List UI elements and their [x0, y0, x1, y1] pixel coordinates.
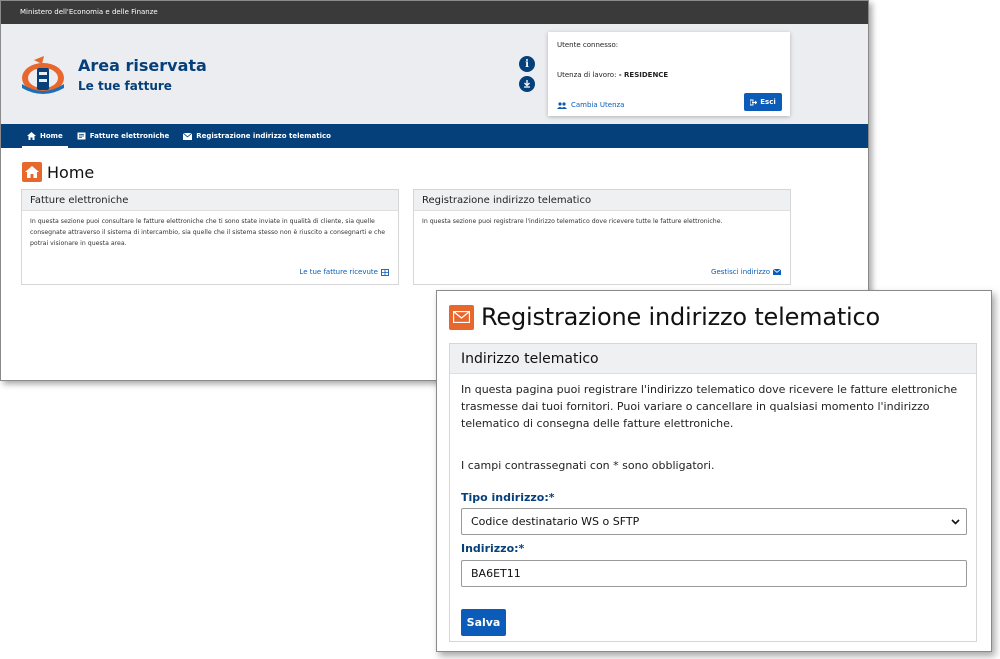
site-title: Area riservata [78, 56, 207, 75]
work-user-value: - RESIDENCE [618, 71, 669, 79]
indirizzo-card: Indirizzo telematico In questa pagina pu… [449, 343, 977, 642]
registrazione-window: Registrazione indirizzo telematico Indir… [436, 290, 992, 652]
exit-button[interactable]: Esci [744, 93, 782, 111]
user-box: Utente connesso: Utenza di lavoro: - RES… [548, 32, 790, 116]
connected-user-label: Utente connesso: [557, 41, 619, 49]
mail-icon [449, 304, 474, 330]
change-user-label: Cambia Utenza [571, 101, 625, 109]
nav-label: Fatture elettroniche [89, 132, 170, 140]
card-link-label: Gestisci indirizzo [711, 268, 770, 276]
registrazione-heading: Registrazione indirizzo telematico [449, 303, 880, 331]
nav-item-fatture[interactable]: Fatture elettroniche [70, 124, 177, 148]
users-icon [557, 101, 567, 109]
ministry-bar: Ministero dell'Economia e delle Finanze [1, 1, 868, 24]
save-button[interactable]: Salva [461, 609, 506, 636]
work-user-label: Utenza di lavoro: [557, 71, 617, 79]
tipo-indirizzo-label: Tipo indirizzo:* [461, 491, 555, 504]
download-icon[interactable] [519, 76, 535, 92]
tipo-indirizzo-value: Codice destinatario WS o SFTP [471, 515, 640, 528]
card-title: Registrazione indirizzo telematico [414, 190, 790, 211]
nav-label: Registrazione indirizzo telematico [196, 132, 331, 140]
home-icon [22, 162, 42, 182]
indirizzo-card-title: Indirizzo telematico [450, 344, 976, 374]
card-title: Fatture elettroniche [22, 190, 398, 211]
table-icon [381, 268, 389, 276]
home-icon [27, 132, 36, 140]
indirizzo-input[interactable]: BA6ET11 [461, 560, 967, 587]
agenzia-logo-icon[interactable] [20, 54, 66, 96]
exit-label: Esci [760, 98, 776, 106]
logout-icon [750, 99, 758, 105]
manage-address-link[interactable]: Gestisci indirizzo [711, 268, 781, 276]
card-body: In questa sezione puoi consultare le fat… [30, 218, 386, 247]
card-registrazione: Registrazione indirizzo telematico In qu… [413, 189, 791, 285]
info-icon[interactable]: i [519, 56, 535, 72]
card-body: In questa sezione puoi registrare l'indi… [422, 218, 723, 225]
site-header: Area riservata Le tue fatture i Utente c… [1, 24, 868, 124]
mail-icon [183, 132, 193, 140]
invoice-icon [77, 132, 86, 140]
indirizzo-description: In questa pagina puoi registrare l'indir… [461, 383, 958, 430]
card-fatture-elettroniche: Fatture elettroniche In questa sezione p… [21, 189, 399, 285]
required-note: I campi contrassegnati con * sono obblig… [461, 459, 715, 472]
indirizzo-label: Indirizzo:* [461, 542, 525, 555]
main-nav: Home Fatture elettroniche Registrazione … [1, 124, 868, 148]
site-subtitle: Le tue fatture [78, 79, 172, 93]
nav-item-registrazione[interactable]: Registrazione indirizzo telematico [176, 124, 338, 148]
nav-item-home[interactable]: Home [20, 124, 70, 148]
card-link-label: Le tue fatture ricevute [299, 268, 378, 276]
mail-icon [773, 269, 781, 275]
page-title: Home [47, 162, 95, 182]
page-heading: Home [22, 162, 94, 182]
registrazione-title: Registrazione indirizzo telematico [481, 303, 880, 331]
chevron-down-icon [951, 519, 960, 525]
tipo-indirizzo-select[interactable]: Codice destinatario WS o SFTP [461, 508, 967, 535]
indirizzo-value: BA6ET11 [471, 567, 521, 580]
received-invoices-link[interactable]: Le tue fatture ricevute [299, 268, 389, 276]
work-user-line: Utenza di lavoro: - RESIDENCE [557, 71, 668, 79]
change-user-link[interactable]: Cambia Utenza [557, 101, 624, 109]
nav-label: Home [40, 132, 63, 140]
